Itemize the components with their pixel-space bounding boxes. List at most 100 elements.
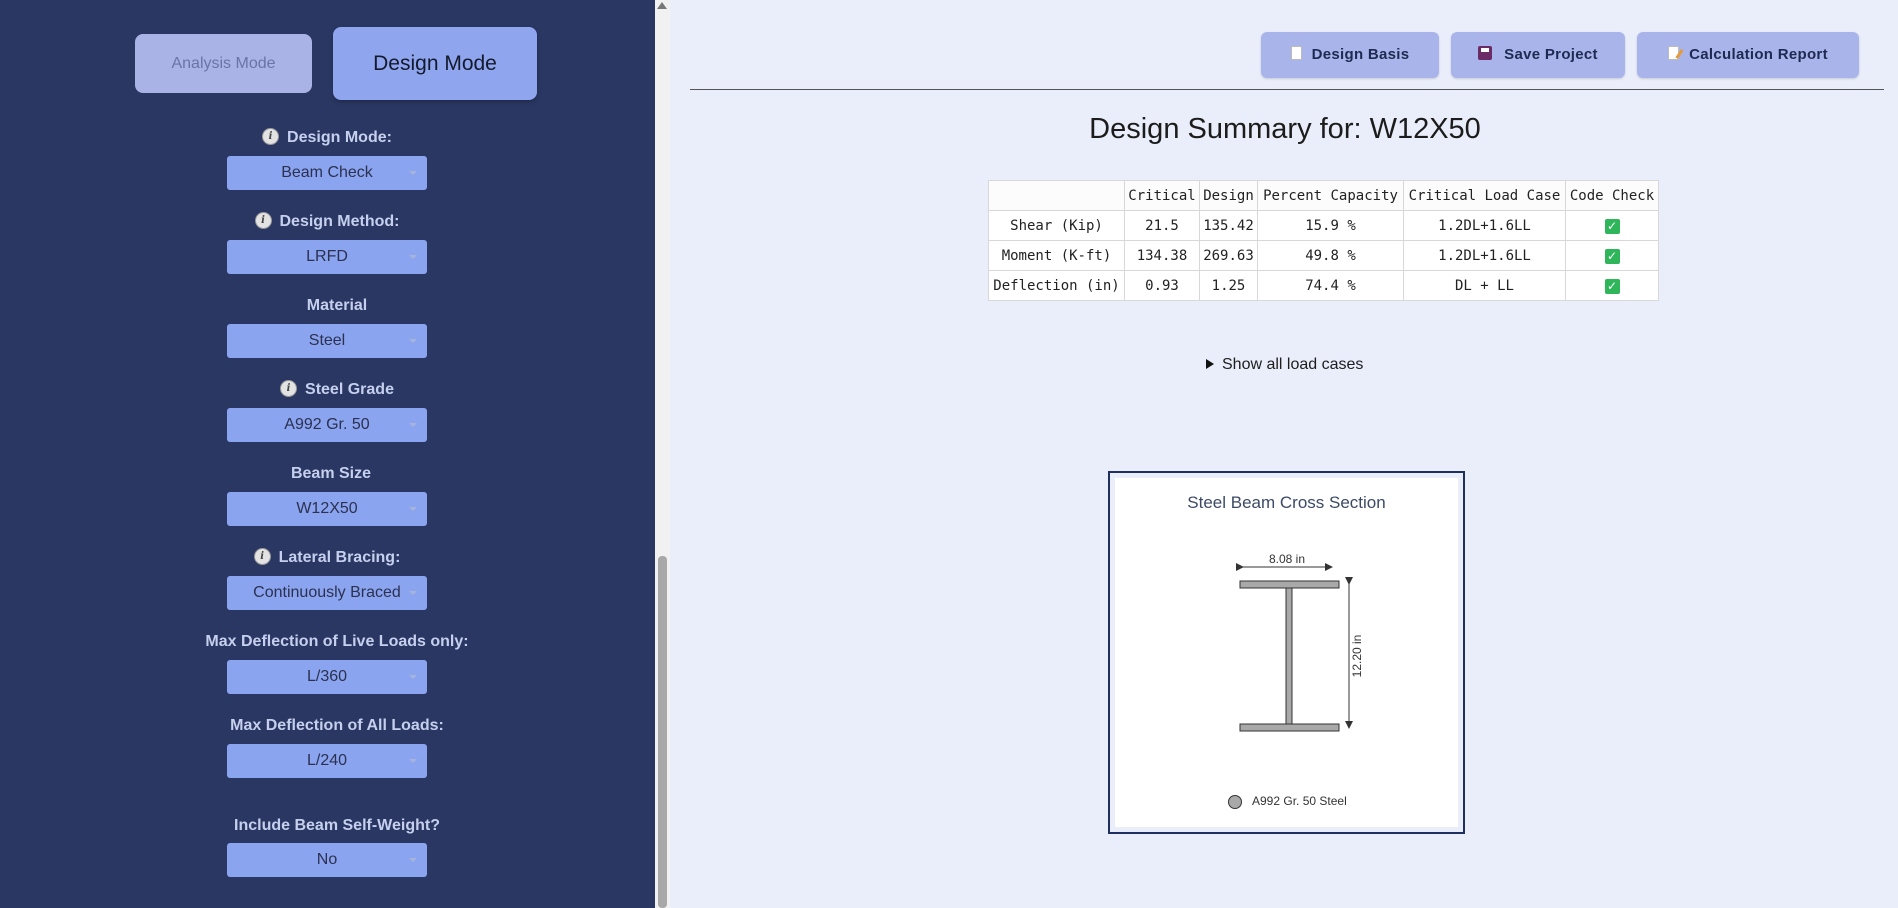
info-icon[interactable]: i <box>262 128 280 146</box>
column-header: Percent Capacity <box>1257 180 1404 211</box>
code-check-cell: ✓ <box>1565 240 1659 271</box>
calculation-report-button[interactable]: Calculation Report <box>1637 32 1859 78</box>
table-row: Moment (K-ft) 134.38 269.63 49.8 % 1.2DL… <box>988 240 1659 271</box>
sidebar: Analysis Mode Design Mode i Design Mode: … <box>0 0 655 908</box>
max-deflection-live-select[interactable]: L/360 <box>227 660 427 694</box>
scrollbar-thumb[interactable] <box>658 556 667 908</box>
column-header: Critical <box>1124 180 1200 211</box>
self-weight-value: No <box>316 851 338 868</box>
chevron-down-icon <box>409 675 417 679</box>
check-icon: ✓ <box>1604 218 1620 234</box>
save-disk-icon <box>1478 46 1493 61</box>
design-method-select[interactable]: LRFD <box>227 240 427 274</box>
code-check-cell: ✓ <box>1565 270 1659 301</box>
steel-grade-label-text: Steel Grade <box>305 381 394 398</box>
max-deflection-all-label: Max Deflection of All Loads: <box>230 717 444 734</box>
max-deflection-all-value: L/240 <box>306 752 348 769</box>
beam-size-label: Beam Size <box>290 465 372 482</box>
column-header <box>988 180 1125 211</box>
show-all-load-cases-toggle[interactable]: Show all load cases <box>1206 356 1363 374</box>
design-cell: 269.63 <box>1199 240 1258 271</box>
i-beam-drawing: 8.08 in 12.20 in <box>1236 552 1364 732</box>
percent-cell: 15.9 % <box>1257 210 1404 241</box>
design-mode-select[interactable]: Beam Check <box>227 156 427 190</box>
beam-cross-section-figure: Steel Beam Cross Section 8.08 in 12.20 i… <box>1108 471 1465 834</box>
percent-cell: 74.4 % <box>1257 270 1404 301</box>
info-icon[interactable]: i <box>254 212 272 230</box>
max-deflection-all-select[interactable]: L/240 <box>227 744 427 778</box>
lateral-bracing-label-text: Lateral Bracing: <box>278 549 401 566</box>
document-icon <box>1290 46 1302 61</box>
design-summary-table: Critical Design Percent Capacity Critica… <box>988 180 1659 301</box>
design-basis-button[interactable]: Design Basis <box>1261 32 1439 78</box>
column-header: Critical Load Case <box>1403 180 1566 211</box>
web <box>1285 587 1293 725</box>
bottom-flange <box>1239 723 1340 732</box>
legend-label: A992 Gr. 50 Steel <box>1252 794 1347 808</box>
critical-cell: 134.38 <box>1124 240 1200 271</box>
beam-size-select[interactable]: W12X50 <box>227 492 427 526</box>
code-check-cell: ✓ <box>1565 210 1659 241</box>
max-deflection-live-label: Max Deflection of Live Loads only: <box>205 633 469 650</box>
lateral-bracing-label: i Lateral Bracing: <box>127 548 527 567</box>
chevron-down-icon <box>409 591 417 595</box>
table-row: Shear (Kip) 21.5 135.42 15.9 % 1.2DL+1.6… <box>988 210 1659 241</box>
material-select[interactable]: Steel <box>227 324 427 358</box>
steel-grade-select[interactable]: A992 Gr. 50 <box>227 408 427 442</box>
column-header: Code Check <box>1565 180 1659 211</box>
design-cell: 135.42 <box>1199 210 1258 241</box>
self-weight-select[interactable]: No <box>227 843 427 877</box>
info-icon[interactable]: i <box>280 380 298 398</box>
save-project-button[interactable]: Save Project <box>1451 32 1625 78</box>
sidebar-scrollbar[interactable] <box>655 0 670 908</box>
critical-cell: 0.93 <box>1124 270 1200 301</box>
design-mode-button[interactable]: Design Mode <box>333 27 537 100</box>
table-header-row: Critical Design Percent Capacity Critica… <box>988 180 1659 211</box>
material-label: Material <box>306 297 368 314</box>
info-icon[interactable]: i <box>253 548 271 566</box>
steel-grade-value: A992 Gr. 50 <box>284 416 370 433</box>
row-label: Shear (Kip) <box>988 210 1125 241</box>
row-label: Deflection (in) <box>988 270 1125 301</box>
report-pencil-icon <box>1668 46 1680 61</box>
row-label: Moment (K-ft) <box>988 240 1125 271</box>
chevron-down-icon <box>409 507 417 511</box>
design-mode-label-text: Design Mode: <box>287 129 392 146</box>
design-cell: 1.25 <box>1199 270 1258 301</box>
chevron-down-icon <box>409 858 417 862</box>
triangle-right-icon <box>1206 359 1214 369</box>
figure-canvas: Steel Beam Cross Section 8.08 in 12.20 i… <box>1115 478 1458 827</box>
figure-legend: A992 Gr. 50 Steel <box>1228 794 1347 809</box>
beam-size-value: W12X50 <box>296 500 358 517</box>
chevron-down-icon <box>409 759 417 763</box>
chevron-down-icon <box>409 255 417 259</box>
self-weight-label: Include Beam Self-Weight? <box>234 817 440 834</box>
depth-dimension-label: 12.20 in <box>1350 635 1364 678</box>
page-title: Design Summary for: W12X50 <box>1089 113 1481 145</box>
load-case-cell: DL + LL <box>1403 270 1566 301</box>
chevron-down-icon <box>409 423 417 427</box>
table-row: Deflection (in) 0.93 1.25 74.4 % DL + LL… <box>988 270 1659 301</box>
top-flange <box>1239 580 1340 589</box>
save-project-label: Save Project <box>1504 46 1598 63</box>
load-case-cell: 1.2DL+1.6LL <box>1403 210 1566 241</box>
analysis-mode-button[interactable]: Analysis Mode <box>135 34 312 93</box>
load-case-cell: 1.2DL+1.6LL <box>1403 240 1566 271</box>
show-all-load-cases-label: Show all load cases <box>1222 356 1364 373</box>
percent-cell: 49.8 % <box>1257 240 1404 271</box>
design-basis-label: Design Basis <box>1311 46 1410 63</box>
check-icon: ✓ <box>1604 278 1620 294</box>
design-method-value: LRFD <box>306 248 348 265</box>
design-mode-value: Beam Check <box>281 164 373 181</box>
width-dimension-label: 8.08 in <box>1269 552 1305 566</box>
legend-marker <box>1228 794 1242 809</box>
critical-cell: 21.5 <box>1124 210 1200 241</box>
steel-grade-label: i Steel Grade <box>137 380 537 399</box>
material-value: Steel <box>308 332 346 349</box>
design-mode-label: i Design Mode: <box>127 128 527 147</box>
scroll-up-arrow-icon[interactable] <box>657 2 667 9</box>
lateral-bracing-select[interactable]: Continuously Braced <box>227 576 427 610</box>
calculation-report-label: Calculation Report <box>1689 46 1828 63</box>
header-divider <box>690 89 1884 90</box>
max-deflection-live-value: L/360 <box>306 668 348 685</box>
